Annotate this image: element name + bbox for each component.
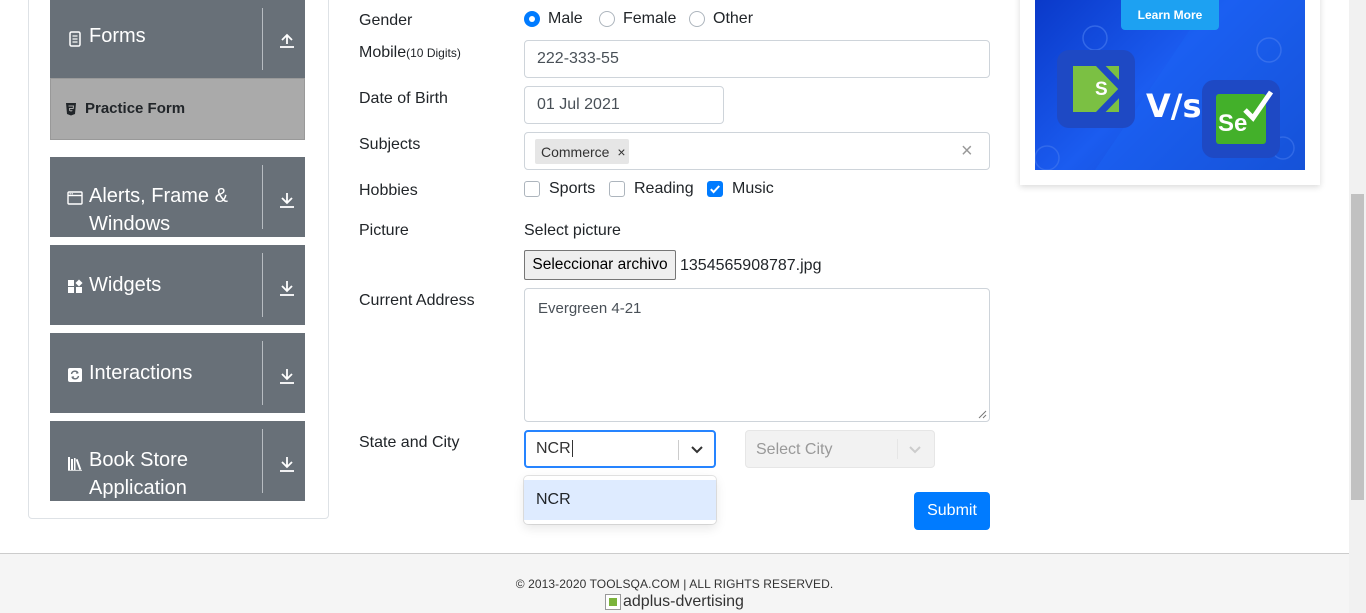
sidebar-group-alerts[interactable]: Alerts, Frame & Windows: [50, 157, 305, 237]
sidebar-group-forms-title: Forms: [89, 25, 146, 47]
checkmark-icon: [710, 185, 720, 194]
expand-arrow-icon[interactable]: [278, 455, 296, 473]
gender-radio-female[interactable]: Female: [599, 10, 676, 28]
gender-label: Gender: [359, 12, 413, 29]
choose-file-button[interactable]: Seleccionar archivo: [524, 250, 676, 280]
state-option[interactable]: NCR: [524, 480, 716, 520]
practice-form-page: Forms Practice Form Alerts, Frame & Wind…: [0, 0, 1366, 613]
expand-arrow-icon[interactable]: [278, 191, 296, 209]
hobby-label: Music: [732, 180, 774, 197]
file-name: 1354565908787.jpg: [680, 257, 822, 274]
sidebar-group-alerts-title: Alerts, Frame & Windows: [89, 185, 228, 235]
broken-ad-image[interactable]: adplus-dvertising: [605, 593, 744, 611]
sidebar-group-widgets[interactable]: Widgets: [50, 245, 305, 325]
date-of-birth-input[interactable]: 01 Jul 2021: [524, 86, 724, 124]
hobby-label: Reading: [634, 180, 694, 197]
picture-label: Picture: [359, 222, 409, 239]
divider: [678, 440, 679, 460]
address-label: Current Address: [359, 292, 475, 309]
collapse-arrow-icon[interactable]: [278, 31, 296, 49]
divider: [262, 429, 263, 493]
divider: [262, 341, 263, 405]
mobile-input[interactable]: 222-333-55: [524, 40, 990, 78]
form-icon: [69, 31, 81, 47]
subjects-label: Subjects: [359, 136, 421, 153]
interactions-icon: [68, 368, 82, 382]
widgets-icon: [68, 279, 83, 293]
state-dropdown-menu: NCR: [524, 476, 716, 524]
city-select-placeholder: Select City: [756, 441, 833, 458]
mobile-hint: (10 Digits): [406, 46, 461, 60]
mobile-label-text: Mobile: [359, 44, 407, 61]
city-select[interactable]: Select City: [745, 430, 935, 468]
gender-radio-male[interactable]: Male: [524, 10, 583, 28]
expand-arrow-icon[interactable]: [278, 367, 296, 385]
sidebar-group-interactions-title: Interactions: [89, 362, 193, 384]
html5-icon: [66, 103, 76, 116]
window-icon: [67, 191, 83, 205]
mobile-label: Mobile(10 Digits): [359, 44, 461, 62]
state-select[interactable]: NCR: [524, 430, 716, 468]
hobby-label: Sports: [549, 180, 596, 197]
ad-alt-text: adplus-dvertising: [623, 593, 744, 610]
subject-chip: Commerce ×: [535, 139, 630, 164]
copyright-text: © 2013-2020 TOOLSQA.COM | ALL RIGHTS RES…: [515, 577, 834, 591]
sidebar-item-label: Practice Form: [85, 100, 186, 117]
dob-input-value: 01 Jul 2021: [537, 96, 620, 113]
gender-option-label: Other: [713, 10, 754, 27]
gender-option-label: Female: [623, 10, 677, 27]
state-city-label: State and City: [359, 434, 460, 451]
radio-checked-icon[interactable]: [524, 11, 540, 27]
hobby-checkbox-music[interactable]: Music: [707, 180, 774, 198]
chevron-down-icon: [909, 446, 921, 454]
checkbox-checked-icon[interactable]: [707, 181, 723, 197]
divider: [262, 253, 263, 317]
ad-vs-text: V/s: [1146, 87, 1202, 125]
chevron-down-icon[interactable]: [689, 441, 705, 457]
footer: © 2013-2020 TOOLSQA.COM | ALL RIGHTS RES…: [0, 553, 1349, 613]
chip-remove-icon[interactable]: ×: [613, 144, 629, 160]
dob-label: Date of Birth: [359, 90, 448, 107]
sidebar-group-bookstore[interactable]: Book Store Application: [50, 421, 305, 501]
books-icon: [68, 457, 82, 471]
sidebar-group-forms-header[interactable]: Forms: [50, 0, 305, 78]
divider: [262, 8, 263, 70]
ad-right-logo-text: Se: [1218, 110, 1248, 137]
address-value: Evergreen 4-21: [538, 300, 642, 317]
divider: [897, 439, 898, 459]
ad-left-logo-letter: S: [1095, 79, 1108, 100]
hobby-checkbox-sports[interactable]: Sports: [524, 180, 595, 198]
submit-button[interactable]: Submit: [914, 492, 990, 530]
ad-banner[interactable]: Learn More S Se V/s: [1035, 0, 1305, 170]
broken-image-icon: [605, 594, 621, 610]
state-select-value: NCR: [536, 440, 573, 457]
clear-icon[interactable]: ×: [961, 140, 973, 163]
scrollbar-thumb[interactable]: [1351, 194, 1364, 500]
sidebar-item-practice-form[interactable]: Practice Form: [50, 78, 305, 140]
learn-more-button[interactable]: Learn More: [1121, 0, 1219, 30]
gender-radio-other[interactable]: Other: [689, 10, 753, 28]
checkbox-unchecked-icon[interactable]: [609, 181, 625, 197]
hobby-checkbox-reading[interactable]: Reading: [609, 180, 694, 198]
sidebar-group-interactions[interactable]: Interactions: [50, 333, 305, 413]
subject-chip-label: Commerce: [541, 143, 610, 160]
sidebar-group-forms[interactable]: Forms: [50, 0, 305, 78]
expand-arrow-icon[interactable]: [278, 279, 296, 297]
mobile-input-value: 222-333-55: [537, 50, 619, 67]
radio-unchecked-icon[interactable]: [599, 11, 615, 27]
radio-unchecked-icon[interactable]: [689, 11, 705, 27]
hobbies-label: Hobbies: [359, 182, 418, 199]
sidebar-group-bookstore-title: Book Store Application: [89, 449, 188, 499]
checkbox-unchecked-icon[interactable]: [524, 181, 540, 197]
gender-option-label: Male: [548, 10, 583, 27]
current-address-textarea[interactable]: Evergreen 4-21: [524, 288, 990, 422]
divider: [262, 165, 263, 229]
sidebar-group-widgets-title: Widgets: [89, 274, 162, 296]
resize-handle-icon[interactable]: [978, 410, 987, 419]
select-picture-label: Select picture: [524, 222, 621, 239]
